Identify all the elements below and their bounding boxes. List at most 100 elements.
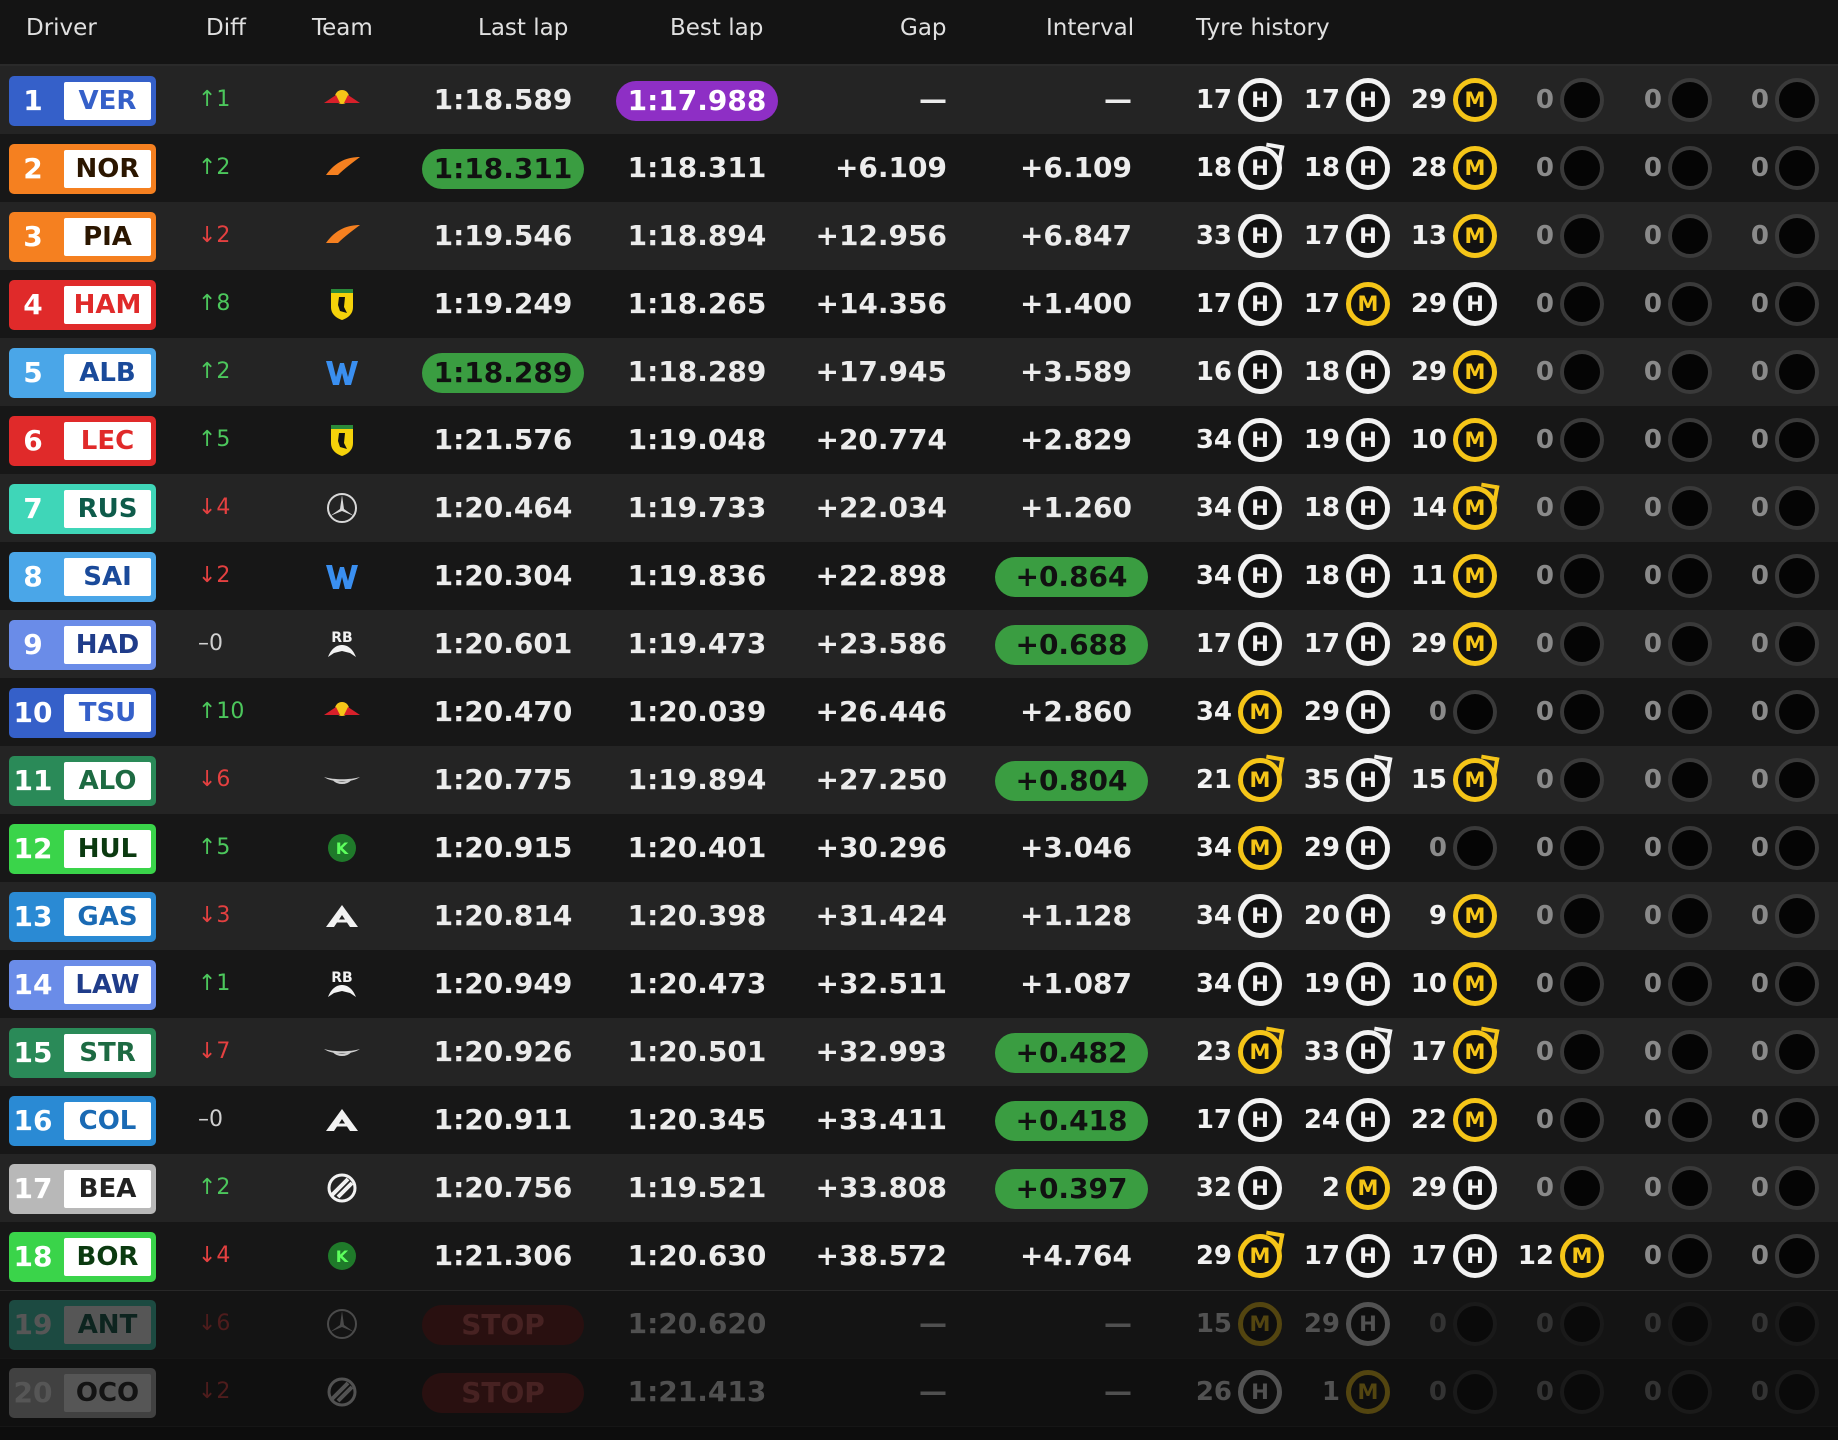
redbull-icon bbox=[322, 83, 362, 117]
tyre-compound-icon: M bbox=[1453, 78, 1497, 122]
driver-code: OCO bbox=[64, 1374, 151, 1412]
tyre-stint: 0 bbox=[1717, 202, 1825, 270]
tyre-stint: 29 H bbox=[1288, 814, 1396, 882]
tyre-compound-icon bbox=[1668, 962, 1712, 1006]
table-row[interactable]: 1 VER ↑1 1:18.589 1:17.988— —17 H 17 H 29 M 0 0 0 bbox=[0, 66, 1838, 135]
header-last-lap[interactable]: Last lap bbox=[478, 15, 568, 41]
tyre-stint: 0 bbox=[1502, 814, 1610, 882]
header-gap[interactable]: Gap bbox=[900, 15, 947, 41]
driver-badge: 20 OCO bbox=[9, 1368, 156, 1418]
tyre-compound-icon bbox=[1560, 1166, 1604, 1210]
tyre-compound-icon bbox=[1775, 962, 1819, 1006]
table-row[interactable]: 8 SAI ↓2 1:20.304 1:19.836 +22.898 +0.864 34 H 18… bbox=[0, 542, 1838, 611]
tyre-compound-icon: H bbox=[1346, 622, 1390, 666]
stint-laps: 29 bbox=[1410, 289, 1447, 319]
tyre-stint: 18 H bbox=[1288, 474, 1396, 542]
header-team[interactable]: Team bbox=[312, 15, 373, 41]
tyre-compound-icon bbox=[1775, 214, 1819, 258]
racingbulls-icon: RB bbox=[322, 967, 362, 1001]
interval-time: +1.087 bbox=[1019, 967, 1132, 1000]
tyre-stint: 12 M bbox=[1502, 1222, 1610, 1290]
best-lap-time: 1:19.473 bbox=[627, 627, 767, 660]
driver-code: STR bbox=[64, 1034, 151, 1072]
interval-time: +6.847 bbox=[1019, 219, 1132, 252]
tyre-compound-icon bbox=[1453, 1302, 1497, 1346]
driver-code: HAM bbox=[64, 286, 151, 324]
tyre-stint: 29 H bbox=[1288, 1290, 1396, 1358]
tyre-stint: 24 H bbox=[1288, 1086, 1396, 1154]
tyre-stint: 32 H bbox=[1180, 1154, 1288, 1222]
stint-laps: 24 bbox=[1303, 1105, 1340, 1135]
stint-laps: 0 bbox=[1750, 1173, 1769, 1203]
tyre-compound-icon bbox=[1775, 418, 1819, 462]
tyre-compound-icon bbox=[1560, 486, 1604, 530]
stint-laps: 0 bbox=[1643, 629, 1662, 659]
table-row[interactable]: 9 HAD –0 RB 1:20.601 1:19.473 +23.586 +0.688 17 H… bbox=[0, 610, 1838, 679]
stint-laps: 32 bbox=[1195, 1173, 1232, 1203]
table-row[interactable]: 2 NOR ↑2 1:18.311 1:18.311 +6.109 +6.109 18 H 18 H… bbox=[0, 134, 1838, 203]
table-row[interactable]: 18 BOR ↓4 K 1:21.306 1:20.630 +38.572 +4.764 29 M… bbox=[0, 1222, 1838, 1291]
position-diff: ↓2 bbox=[198, 1379, 231, 1404]
tyre-stint: 0 bbox=[1610, 542, 1718, 610]
table-row[interactable]: 11 ALO ↓6 1:20.775 1:19.894 +27.250 +0.804 21 M 3… bbox=[0, 746, 1838, 815]
header-driver[interactable]: Driver bbox=[26, 15, 97, 41]
table-row[interactable]: 16 COL –0 1:20.911 1:20.345 +33.411 +0.418 17 H 2… bbox=[0, 1086, 1838, 1155]
stint-laps: 17 bbox=[1410, 1037, 1447, 1067]
position-number: 3 bbox=[23, 220, 43, 253]
table-row[interactable]: 20 OCO ↓2 STOP 1:21.413— —26 H 1 M 0 0 0 0 bbox=[0, 1358, 1838, 1427]
interval-time: +0.482 bbox=[995, 1033, 1148, 1073]
stint-laps: 19 bbox=[1303, 425, 1340, 455]
table-row[interactable]: 5 ALB ↑2 1:18.289 1:18.289 +17.945 +3.589 16 H 18… bbox=[0, 338, 1838, 407]
stint-laps: 29 bbox=[1303, 833, 1340, 863]
driver-code: LAW bbox=[64, 966, 151, 1004]
driver-badge: 16 COL bbox=[9, 1096, 156, 1146]
header-tyre-history[interactable]: Tyre history bbox=[1196, 15, 1330, 41]
stint-laps: 23 bbox=[1195, 1037, 1232, 1067]
header-best-lap[interactable]: Best lap bbox=[670, 15, 763, 41]
table-row[interactable]: 4 HAM ↑8 1:19.249 1:18.265 +14.356 +1.400 17 H 17… bbox=[0, 270, 1838, 339]
last-lap-time: 1:20.949 bbox=[433, 967, 573, 1000]
stint-laps: 0 bbox=[1428, 833, 1447, 863]
tyre-compound-icon bbox=[1668, 1098, 1712, 1142]
table-row[interactable]: 12 HUL ↑5 K 1:20.915 1:20.401 +30.296 +3.046 34 M… bbox=[0, 814, 1838, 883]
table-row[interactable]: 14 LAW ↑1 RB 1:20.949 1:20.473 +32.511 +1.087 34… bbox=[0, 950, 1838, 1019]
interval-time: +0.688 bbox=[995, 625, 1148, 665]
stint-laps: 0 bbox=[1428, 1377, 1447, 1407]
tyre-stint: 15 M bbox=[1180, 1290, 1288, 1358]
stint-laps: 22 bbox=[1410, 1105, 1447, 1135]
tyre-compound-icon bbox=[1668, 690, 1712, 734]
tyre-stint: 0 bbox=[1610, 134, 1718, 202]
table-row[interactable]: 19 ANT ↓6 STOP 1:20.620— —15 M 29 H 0 0 0 0 bbox=[0, 1290, 1838, 1359]
tyre-stint: 0 bbox=[1717, 1086, 1825, 1154]
tyre-compound-icon: H bbox=[1346, 1030, 1390, 1074]
table-row[interactable]: 3 PIA ↓2 1:19.546 1:18.894 +12.956 +6.847 33 H 17… bbox=[0, 202, 1838, 271]
tyre-compound-icon bbox=[1668, 78, 1712, 122]
header-diff[interactable]: Diff bbox=[206, 15, 246, 41]
table-row[interactable]: 10 TSU ↑10 1:20.470 1:20.039 +26.446 +2.860 34 M… bbox=[0, 678, 1838, 747]
tyre-compound-icon bbox=[1560, 146, 1604, 190]
last-lap-time: 1:18.289 bbox=[422, 353, 584, 393]
table-row[interactable]: 6 LEC ↑5 1:21.576 1:19.048 +20.774 +2.829 34 H 19… bbox=[0, 406, 1838, 475]
tyre-compound-icon bbox=[1668, 622, 1712, 666]
svg-text:RB: RB bbox=[331, 630, 352, 646]
tyre-stint: 0 bbox=[1717, 882, 1825, 950]
gap-to-leader: +22.898 bbox=[815, 559, 947, 592]
tyre-stint: 17 H bbox=[1288, 610, 1396, 678]
interval-time: +0.418 bbox=[995, 1101, 1148, 1141]
tyre-compound-icon bbox=[1560, 962, 1604, 1006]
table-row[interactable]: 15 STR ↓7 1:20.926 1:20.501 +32.993 +0.482 23 M 3… bbox=[0, 1018, 1838, 1087]
stint-laps: 10 bbox=[1410, 425, 1447, 455]
stint-laps: 15 bbox=[1410, 765, 1447, 795]
stint-laps: 0 bbox=[1535, 833, 1554, 863]
driver-badge: 3 PIA bbox=[9, 212, 156, 262]
table-row[interactable]: 7 RUS ↓4 1:20.464 1:19.733 +22.034 +1.260 34 H 18… bbox=[0, 474, 1838, 543]
driver-badge: 12 HUL bbox=[9, 824, 156, 874]
driver-badge: 7 RUS bbox=[9, 484, 156, 534]
tyre-compound-icon: M bbox=[1453, 758, 1497, 802]
tyre-stint: 10 M bbox=[1395, 950, 1503, 1018]
header-interval[interactable]: Interval bbox=[1046, 15, 1134, 41]
column-header-bar: Driver Diff Team Last lap Best lap Gap I… bbox=[0, 0, 1838, 66]
table-row[interactable]: 13 GAS ↓3 1:20.814 1:20.398 +31.424 +1.128 34 H 2… bbox=[0, 882, 1838, 951]
table-row[interactable]: 17 BEA ↑2 1:20.756 1:19.521 +33.808 +0.397 32 H 2… bbox=[0, 1154, 1838, 1223]
driver-badge: 5 ALB bbox=[9, 348, 156, 398]
